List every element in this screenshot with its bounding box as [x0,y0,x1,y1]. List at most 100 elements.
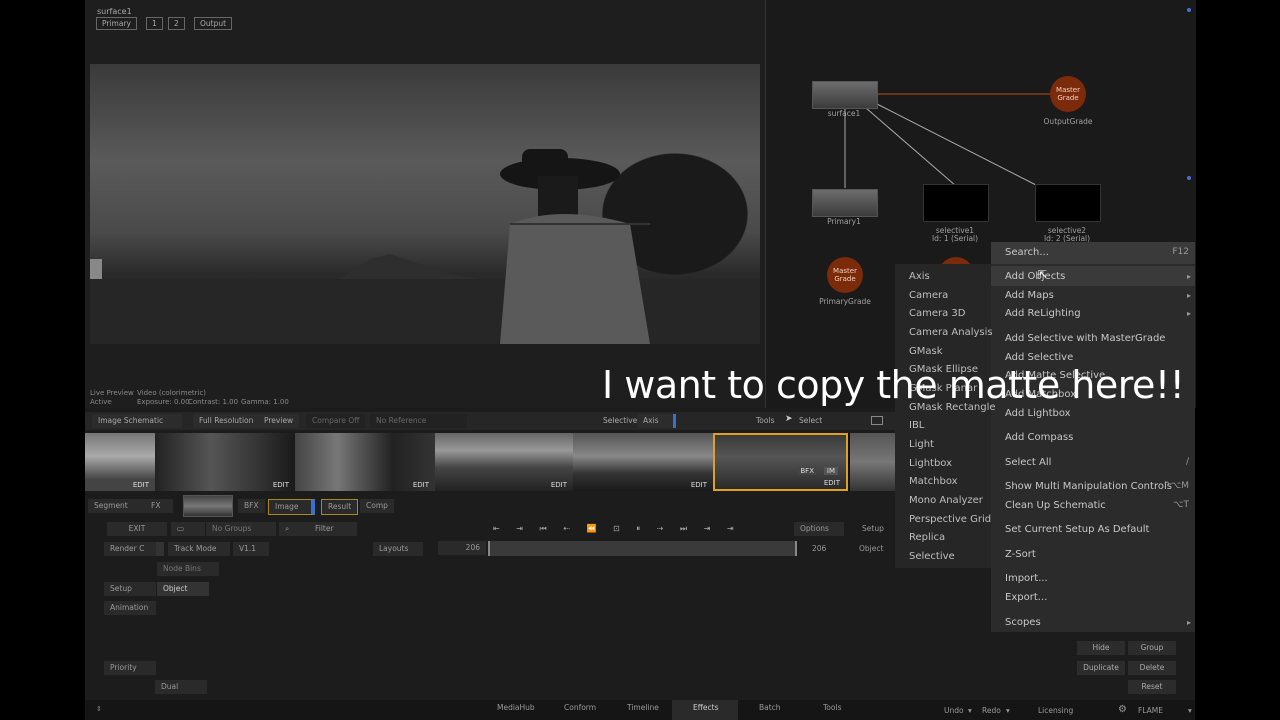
expand-icon[interactable]: ⇕ [96,705,102,713]
submenu-replica[interactable]: Replica [909,532,945,543]
master-grade-node[interactable]: Master Grade [1050,76,1086,112]
tab-tools[interactable]: Tools [823,703,841,712]
viewer-image[interactable] [90,64,760,344]
layouts-dropdown[interactable]: Layouts [373,542,423,556]
render-dropdown[interactable]: Render C [104,542,164,556]
duplicate-button[interactable]: Duplicate [1077,661,1125,675]
priority-button[interactable]: Priority [104,661,156,675]
preview-button[interactable]: Preview [258,414,300,428]
menu-clean-up-schematic[interactable]: Clean Up Schematic [1005,500,1106,511]
result-button[interactable]: Result [321,499,359,515]
reel-clip[interactable] [850,433,895,491]
submenu-gmask[interactable]: GMask [909,346,943,357]
menu-add-compass[interactable]: Add Compass [1005,432,1073,443]
image-schematic-button[interactable]: Image Schematic [92,414,182,428]
object-tab[interactable]: Object [157,582,209,596]
licensing-button[interactable]: Licensing [1038,706,1073,715]
reel-clip[interactable]: EDIT [435,433,573,491]
bfx-button[interactable]: BFX [238,499,265,513]
submenu-selective[interactable]: Selective [909,551,955,562]
reel-clip[interactable]: EDIT [295,433,435,491]
select-tool-label[interactable]: Select [799,416,822,425]
delete-button[interactable]: Delete [1128,661,1176,675]
redo-button[interactable]: Redo [982,706,1001,715]
tab-conform[interactable]: Conform [564,703,596,712]
menu-select-all[interactable]: Select All [1005,457,1051,468]
menu-add-relighting[interactable]: Add ReLighting [1005,308,1081,319]
tab-timeline[interactable]: Timeline [627,703,659,712]
surface1-node[interactable] [812,81,878,109]
selective1-node[interactable] [923,184,989,222]
segment-button[interactable]: Segment [88,499,148,513]
tab-batch[interactable]: Batch [759,703,781,712]
segment-thumbnail[interactable] [183,495,233,517]
pointer-icon[interactable]: ➤ [785,414,793,424]
transport-controls[interactable]: ⇤ ⇥ ⏮ ⇠ ⏪ ⊡ ⏸ ⇢ ⏭ ⇥ ⇥ [493,522,788,536]
submenu-matchbox[interactable]: Matchbox [909,476,958,487]
menu-add-maps[interactable]: Add Maps [1005,290,1054,301]
filter-field[interactable]: Filter [309,522,357,536]
image-button[interactable]: Image [268,499,315,515]
undo-dropdown-icon[interactable]: ▾ [968,706,972,715]
primary-view-button[interactable]: Primary [96,17,137,30]
hide-button[interactable]: Hide [1077,641,1125,655]
primary-grade-node[interactable]: Master Grade [827,257,863,293]
compare-off-button[interactable]: Compare Off [306,414,366,428]
groups-icon[interactable]: ▭ [171,522,205,536]
reel-clip[interactable]: EDIT [155,433,295,491]
menu-add-objects[interactable]: Add Objects [1005,271,1065,282]
menu-import[interactable]: Import... [1005,573,1048,584]
comp-button[interactable]: Comp [360,499,394,513]
reel-clip[interactable]: EDIT [573,433,713,491]
submenu-camera-3d[interactable]: Camera 3D [909,308,965,319]
submenu-ibl[interactable]: IBL [909,420,924,431]
full-resolution-button[interactable]: Full Resolution [193,414,260,428]
undo-button[interactable]: Undo [944,706,964,715]
animation-button[interactable]: Animation [104,601,156,615]
reel-clip-selected[interactable]: BFX IM EDIT [713,433,848,491]
frame-end[interactable]: 206 [806,542,832,556]
submenu-light[interactable]: Light [909,439,934,450]
tab-effects[interactable]: Effects [693,703,719,712]
selective2-node[interactable] [1035,184,1101,222]
search-icon[interactable]: ⌕ [279,522,313,536]
menu-add-lightbox[interactable]: Add Lightbox [1005,408,1071,419]
submenu-perspective-grid[interactable]: Perspective Grid [909,514,991,525]
fx-button[interactable]: FX [145,499,173,513]
menu-add-selective[interactable]: Add Selective [1005,352,1073,363]
flame-dropdown-icon[interactable]: ▾ [1188,706,1192,715]
no-groups-dropdown[interactable]: No Groups [206,522,276,536]
submenu-mono-analyzer[interactable]: Mono Analyzer [909,495,983,506]
menu-add-selective-mastergrade[interactable]: Add Selective with MasterGrade [1005,333,1165,344]
no-reference-button[interactable]: No Reference [370,414,467,428]
setup-button[interactable]: Setup [104,582,156,596]
dual-button[interactable]: Dual [155,680,207,694]
submenu-camera-analysis[interactable]: Camera Analysis [909,327,993,338]
node-bins-button[interactable]: Node Bins [157,562,219,576]
menu-scopes[interactable]: Scopes [1005,617,1041,628]
reel-clip[interactable]: EDIT [85,433,155,491]
version-field[interactable]: V1.1 [233,542,269,556]
layout-icon[interactable] [871,416,883,425]
timeline-bar[interactable] [488,541,797,556]
frame-start[interactable]: 206 [438,541,486,555]
submenu-camera[interactable]: Camera [909,290,948,301]
group-button[interactable]: Group [1128,641,1176,655]
output-view-button[interactable]: Output [194,17,233,30]
submenu-lightbox[interactable]: Lightbox [909,458,952,469]
menu-set-default[interactable]: Set Current Setup As Default [1005,524,1149,535]
selective-type-dropdown[interactable]: Axis [637,414,676,428]
submenu-axis[interactable]: Axis [909,271,930,282]
menu-export[interactable]: Export... [1005,592,1047,603]
exit-button[interactable]: EXIT [107,522,167,536]
track-mode-button[interactable]: Track Mode [168,542,230,556]
options-dropdown[interactable]: Options [794,522,844,536]
primary1-node[interactable] [812,189,878,217]
tab-mediahub[interactable]: MediaHub [497,703,535,712]
menu-z-sort[interactable]: Z-Sort [1005,549,1036,560]
menu-search[interactable]: Search... [1005,247,1049,258]
menu-show-multi-manipulation[interactable]: Show Multi Manipulation Controls [1005,481,1172,492]
reset-button[interactable]: Reset [1128,680,1176,694]
view-1-button[interactable]: 1 [146,17,163,30]
view-2-button[interactable]: 2 [168,17,185,30]
